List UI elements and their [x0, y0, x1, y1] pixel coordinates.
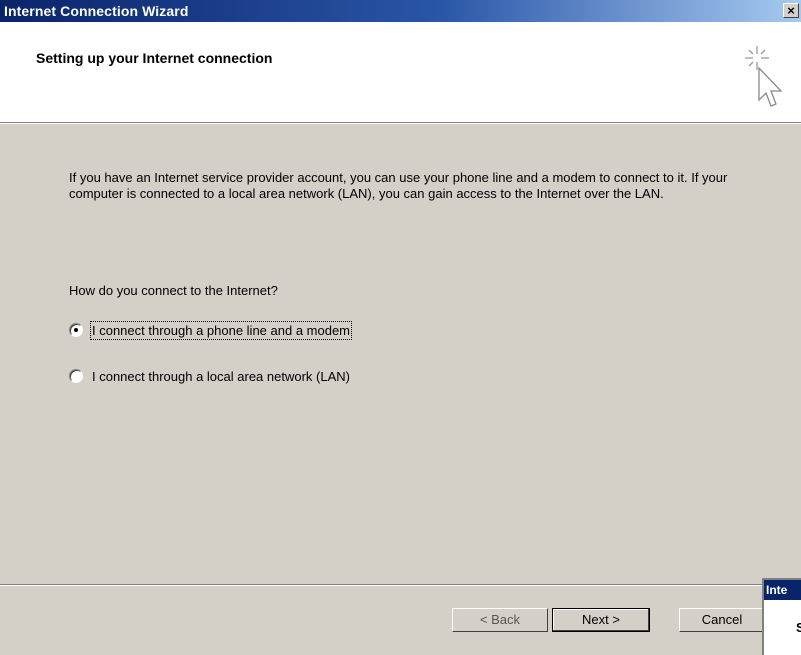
title-bar[interactable]: Internet Connection Wizard × [0, 0, 801, 22]
close-icon: × [787, 3, 795, 18]
overlapping-window[interactable]: Inte S [762, 578, 801, 655]
option-phone-modem[interactable]: I connect through a phone line and a mod… [69, 320, 353, 340]
wizard-header: Setting up your Internet connection [0, 22, 801, 123]
page-heading: Setting up your Internet connection [36, 50, 273, 66]
overlapping-window-title: Inte [764, 580, 801, 600]
close-button[interactable]: × [783, 3, 799, 18]
overlapping-window-text: S [796, 620, 801, 635]
option-lan-label[interactable]: I connect through a local area network (… [92, 369, 350, 384]
next-button[interactable]: Next > [552, 608, 650, 632]
window-title: Internet Connection Wizard [4, 3, 189, 19]
back-button[interactable]: < Back [452, 608, 548, 632]
radio-lan[interactable] [69, 369, 83, 383]
footer-divider-highlight [0, 585, 801, 586]
option-phone-modem-label[interactable]: I connect through a phone line and a mod… [89, 320, 353, 340]
intro-text: If you have an Internet service provider… [69, 170, 728, 201]
option-lan[interactable]: I connect through a local area network (… [69, 366, 350, 386]
radio-phone-modem[interactable] [69, 323, 83, 337]
header-divider [0, 123, 801, 124]
cancel-button[interactable]: Cancel [679, 608, 765, 632]
wizard-sparkle-cursor-icon [745, 46, 783, 107]
question-label: How do you connect to the Internet? [69, 283, 278, 298]
